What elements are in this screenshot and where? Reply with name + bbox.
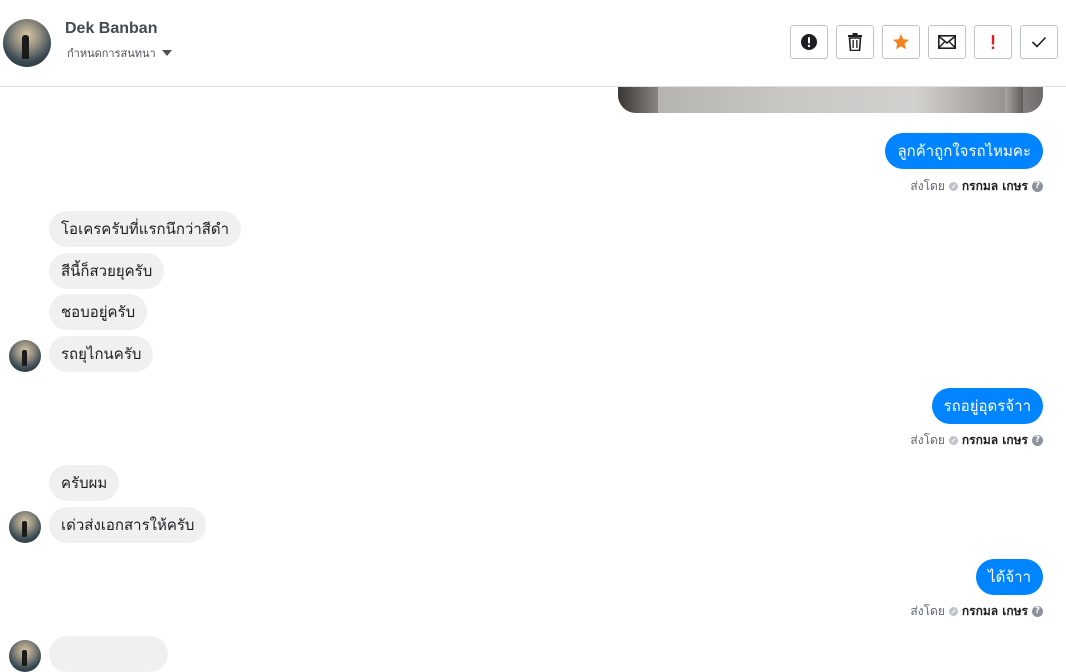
delete-button[interactable]	[836, 25, 874, 59]
contact-avatar[interactable]	[3, 19, 51, 67]
verified-icon	[948, 182, 958, 191]
action-toolbar	[790, 25, 1058, 59]
sender-avatar[interactable]	[9, 511, 41, 543]
verified-icon	[948, 607, 958, 616]
incoming-message[interactable]: รถยุไกนครับ	[49, 336, 154, 372]
star-button[interactable]	[882, 25, 920, 59]
conversation-header: Dek Banban กำหนดการสนทนา	[0, 0, 1066, 87]
outgoing-message[interactable]: ได้จ้าา	[976, 559, 1043, 595]
sent-by-label: ส่งโดย	[910, 433, 945, 447]
sent-by-label: ส่งโดย	[910, 604, 945, 618]
outgoing-message[interactable]: ลูกค้าถูกใจรถไหมคะ	[885, 133, 1043, 169]
incoming-message[interactable]: โอเครครับที่แรกนึกว่าสีดำ	[49, 211, 242, 247]
help-icon[interactable]: ?	[1032, 181, 1043, 192]
incoming-message[interactable]: เด่วส่งเอกสารให้ครับ	[49, 507, 207, 543]
mark-important-button[interactable]	[974, 25, 1012, 59]
incoming-message[interactable]: ครับผม	[49, 465, 120, 501]
trash-icon	[848, 33, 862, 51]
conversation-settings-label: กำหนดการสนทนา	[67, 47, 156, 60]
caret-down-icon	[161, 50, 172, 56]
checkmark-icon	[1031, 36, 1047, 48]
star-icon	[893, 34, 909, 50]
incoming-message[interactable]: ชอบอยู่ครับ	[49, 294, 148, 330]
contact-name[interactable]: Dek Banban	[65, 20, 157, 38]
conversation-settings-dropdown[interactable]: กำหนดการสนทนา	[67, 44, 172, 62]
sent-photo[interactable]	[618, 87, 1043, 113]
sent-by-label: ส่งโดย	[910, 179, 945, 193]
sent-by-agent: กรกมล เกษร	[961, 179, 1028, 193]
sent-by-info: ส่งโดย กรกมล เกษร ?	[910, 431, 1043, 450]
exclamation-circle-icon	[801, 34, 817, 50]
sender-avatar[interactable]	[9, 640, 41, 672]
sender-avatar[interactable]	[9, 340, 41, 372]
incoming-message[interactable]: สีนี้ก็สวยยุครับ	[49, 253, 165, 289]
incoming-message-partial[interactable]	[49, 636, 168, 672]
sent-by-info: ส่งโดย กรกมล เกษร ?	[910, 177, 1043, 196]
help-icon[interactable]: ?	[1032, 435, 1043, 446]
sent-by-agent: กรกมล เกษร	[961, 433, 1028, 447]
sent-by-info: ส่งโดย กรกมล เกษร ?	[910, 602, 1043, 621]
mark-unread-button[interactable]	[928, 25, 966, 59]
help-icon[interactable]: ?	[1032, 606, 1043, 617]
mark-done-button[interactable]	[1020, 25, 1058, 59]
verified-icon	[948, 436, 958, 445]
exclamation-icon	[991, 35, 995, 49]
envelope-icon	[938, 35, 956, 49]
outgoing-message[interactable]: รถอยู่อุดรจ้าา	[931, 388, 1043, 424]
report-spam-button[interactable]	[790, 25, 828, 59]
sent-by-agent: กรกมล เกษร	[961, 604, 1028, 618]
